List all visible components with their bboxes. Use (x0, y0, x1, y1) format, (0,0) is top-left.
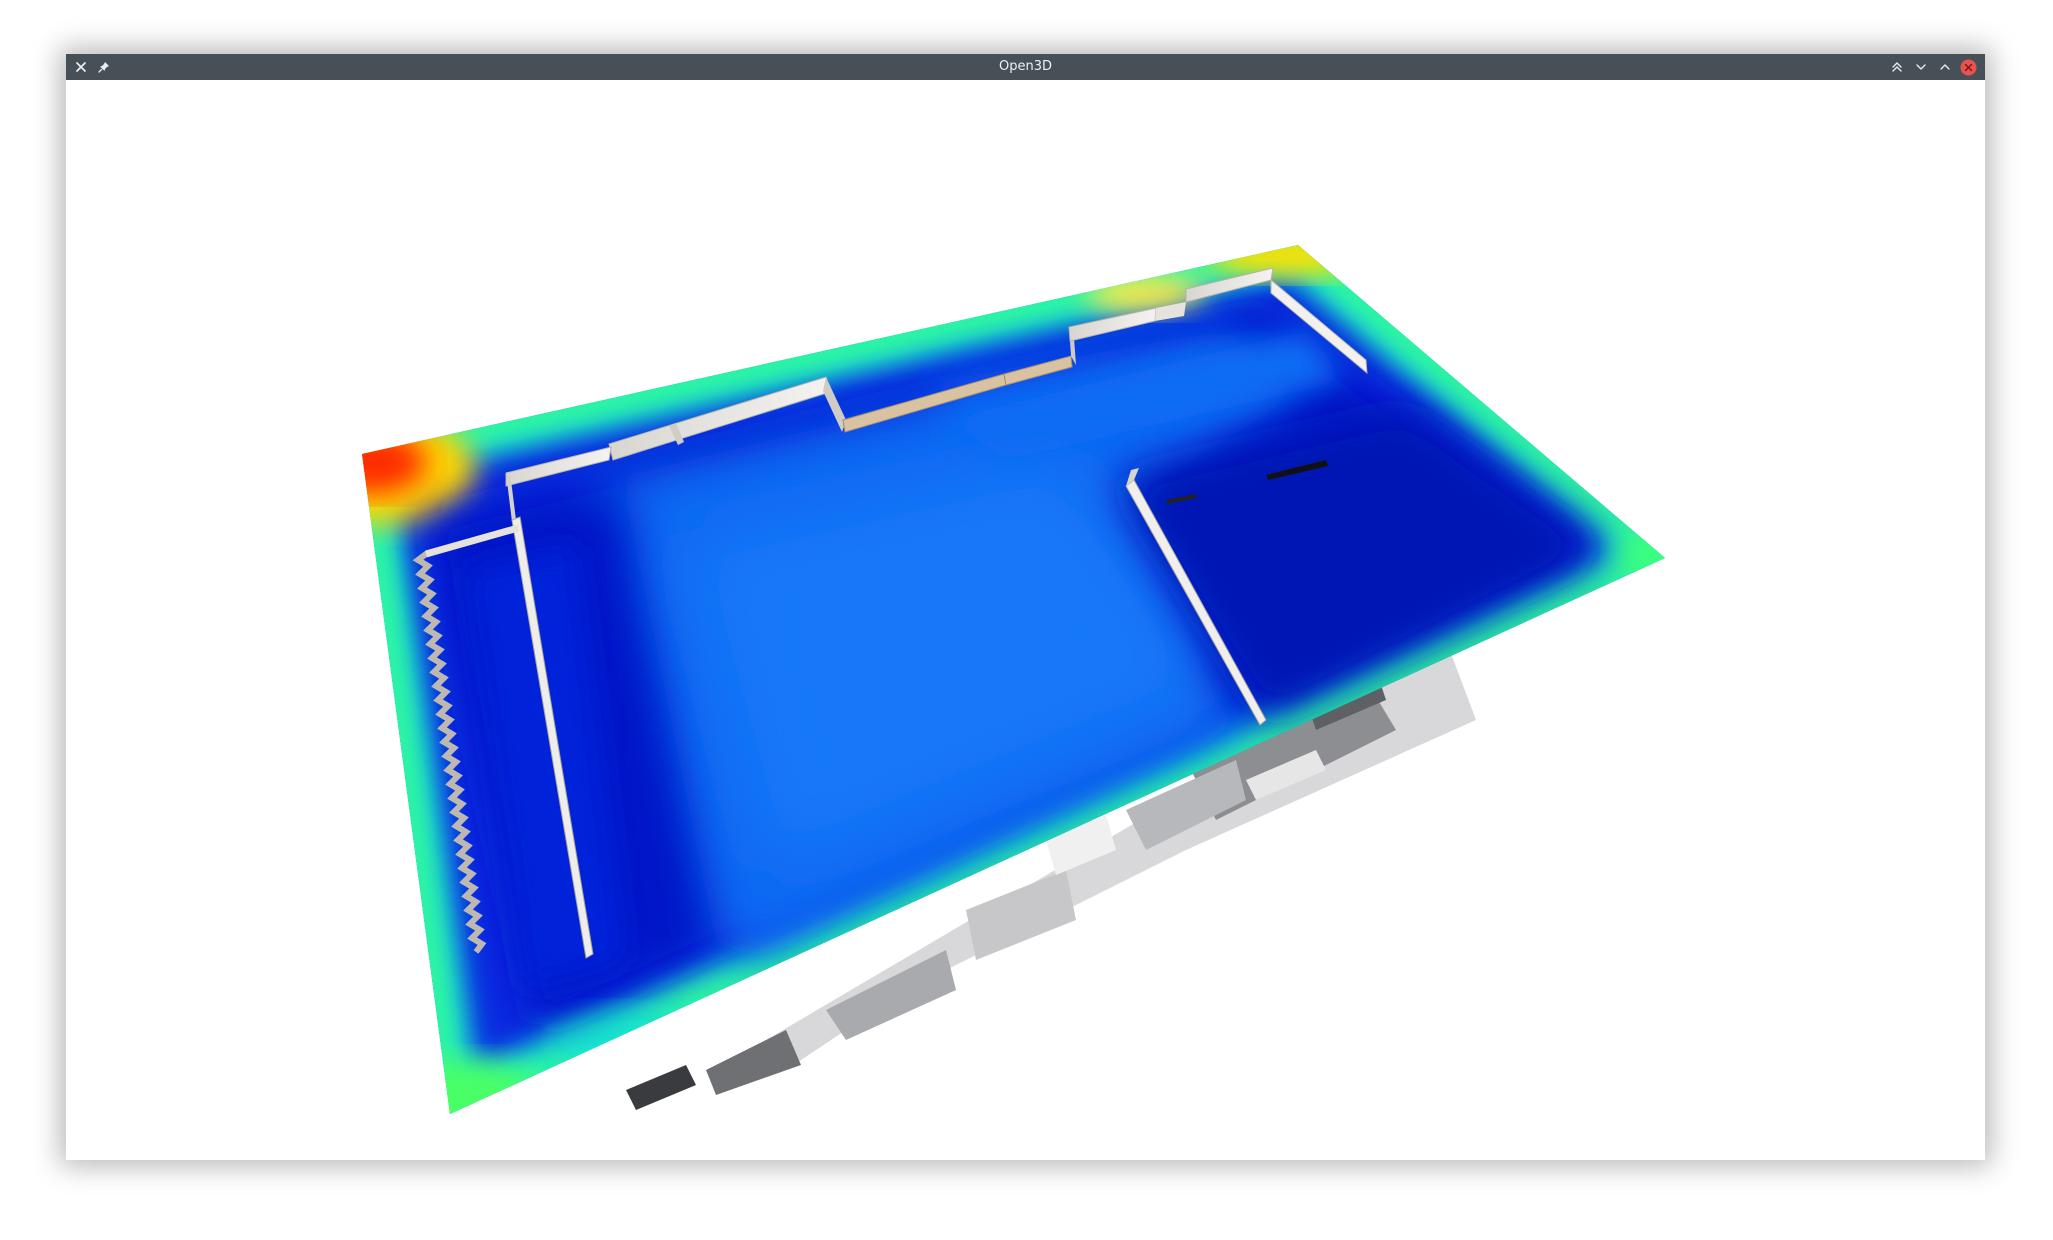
titlebar[interactable]: Open3D (66, 54, 1985, 80)
desktop: Open3D (0, 0, 2053, 1240)
scene-render[interactable] (66, 80, 1985, 1160)
window-title: Open3D (998, 59, 1052, 74)
close-circle-icon[interactable] (1959, 58, 1977, 76)
floor-heatmap (362, 245, 1665, 1114)
double-chevron-up-icon[interactable] (1888, 58, 1906, 76)
open3d-window: Open3D (66, 54, 1985, 1160)
chevron-down-icon[interactable] (1912, 58, 1930, 76)
3d-viewport[interactable] (66, 80, 1985, 1160)
chevron-up-icon[interactable] (1936, 58, 1954, 76)
